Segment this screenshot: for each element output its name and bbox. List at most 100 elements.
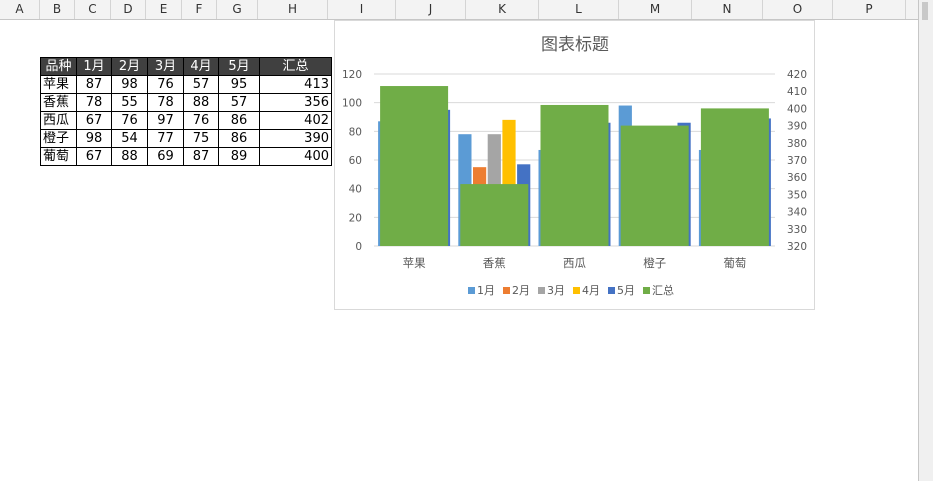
y-axis-tick-label: 80 (349, 126, 362, 138)
secondary-y-axis-tick-label: 390 (787, 121, 807, 133)
table-cell[interactable]: 78 (76, 93, 112, 112)
column-header-O[interactable]: O (763, 0, 833, 19)
table-cell[interactable]: 402 (259, 111, 332, 130)
bar-汇总-香蕉[interactable] (460, 184, 529, 246)
table-header-row: 品种 1月 2月 3月 4月 5月 汇总 (40, 57, 332, 76)
legend-swatch (538, 287, 545, 294)
table-header-cell[interactable]: 品种 (40, 57, 77, 76)
table-body: 苹果 87 98 76 57 95 413 香蕉 78 55 78 88 57 356 西瓜 67 76 97 76… (40, 75, 332, 166)
table-cell[interactable]: 76 (147, 75, 184, 94)
secondary-y-axis-tick-label: 340 (787, 207, 807, 219)
column-header-N[interactable]: N (692, 0, 763, 19)
table-header-cell[interactable]: 4月 (183, 57, 219, 76)
legend-label[interactable]: 2月 (512, 284, 530, 297)
table-cell[interactable]: 390 (259, 129, 332, 148)
column-header-D[interactable]: D (111, 0, 146, 19)
legend-label[interactable]: 汇总 (652, 283, 674, 297)
table-cell[interactable]: 95 (218, 75, 260, 94)
table-cell[interactable]: 356 (259, 93, 332, 112)
table-cell[interactable]: 78 (147, 93, 184, 112)
legend-label[interactable]: 5月 (617, 284, 635, 297)
table-cell[interactable]: 98 (111, 75, 148, 94)
legend-label[interactable]: 3月 (547, 284, 565, 297)
table-cell[interactable]: 葡萄 (40, 147, 77, 166)
secondary-y-axis-tick-label: 320 (787, 241, 807, 253)
table-header-cell[interactable]: 汇总 (259, 57, 332, 76)
category-label: 西瓜 (563, 256, 586, 270)
table-cell[interactable]: 香蕉 (40, 93, 77, 112)
category-label: 葡萄 (723, 256, 746, 270)
secondary-y-axis-tick-label: 420 (787, 69, 807, 81)
column-header-H[interactable]: H (258, 0, 328, 19)
table-cell[interactable]: 87 (183, 147, 219, 166)
legend-swatch (573, 287, 580, 294)
legend-label[interactable]: 1月 (477, 284, 495, 297)
column-header-J[interactable]: J (396, 0, 466, 19)
table-cell[interactable]: 86 (218, 111, 260, 130)
column-header-M[interactable]: M (619, 0, 692, 19)
table-cell[interactable]: 55 (111, 93, 148, 112)
chart-title[interactable]: 图表标题 (541, 35, 609, 55)
table-cell[interactable]: 400 (259, 147, 332, 166)
secondary-y-axis-tick-label: 410 (787, 86, 807, 98)
table-cell[interactable]: 413 (259, 75, 332, 94)
vertical-scrollbar[interactable] (918, 0, 933, 481)
bar-汇总-苹果[interactable] (380, 86, 449, 246)
table-header-cell[interactable]: 3月 (147, 57, 184, 76)
secondary-axis-labels: 320 330 340 350 360 370 380 390 400 410 420 (787, 69, 807, 253)
data-table: 品种 1月 2月 3月 4月 5月 汇总 苹果 87 98 76 57 95 413 香蕉 78 55 78 88… (40, 57, 332, 166)
column-header-F[interactable]: F (182, 0, 217, 19)
column-header-bar: ABCDEFGHIJKLMNOP (0, 0, 918, 20)
scrollbar-thumb[interactable] (922, 2, 928, 20)
column-header-C[interactable]: C (75, 0, 111, 19)
chart-area[interactable]: 图表标题 0 20 40 60 80 100 120 320 330 340 350 360 370 3… (334, 20, 815, 310)
legend[interactable]: 1月 2月 3月 4月 5月 汇总 (468, 283, 674, 297)
column-header-E[interactable]: E (146, 0, 182, 19)
y-axis-tick-label: 40 (349, 184, 362, 196)
table-cell[interactable]: 57 (218, 93, 260, 112)
table-cell[interactable]: 76 (183, 111, 219, 130)
table-header-cell[interactable]: 1月 (76, 57, 112, 76)
table-cell[interactable]: 苹果 (40, 75, 77, 94)
bar-汇总-橙子[interactable] (620, 125, 689, 246)
table-cell[interactable]: 54 (111, 129, 148, 148)
table-cell[interactable]: 67 (76, 111, 112, 130)
table-cell[interactable]: 77 (147, 129, 184, 148)
table-cell[interactable]: 75 (183, 129, 219, 148)
table-cell[interactable]: 57 (183, 75, 219, 94)
category-label: 苹果 (403, 256, 426, 270)
legend-swatch (608, 287, 615, 294)
column-header-A[interactable]: A (0, 0, 40, 19)
secondary-y-axis-tick-label: 370 (787, 155, 807, 167)
y-axis-tick-label: 0 (355, 241, 362, 253)
table-cell[interactable]: 88 (111, 147, 148, 166)
table-header-cell[interactable]: 5月 (218, 57, 260, 76)
secondary-y-axis-tick-label: 400 (787, 103, 807, 115)
table-cell[interactable]: 69 (147, 147, 184, 166)
table-cell[interactable]: 76 (111, 111, 148, 130)
column-header-L[interactable]: L (539, 0, 619, 19)
table-cell[interactable]: 西瓜 (40, 111, 77, 130)
column-header-G[interactable]: G (217, 0, 258, 19)
table-cell[interactable]: 87 (76, 75, 112, 94)
column-header-B[interactable]: B (40, 0, 75, 19)
table-cell[interactable]: 98 (76, 129, 112, 148)
column-header-I[interactable]: I (328, 0, 396, 19)
table-row: 香蕉 78 55 78 88 57 356 (40, 93, 332, 112)
table-row: 西瓜 67 76 97 76 86 402 (40, 111, 332, 130)
table-cell[interactable]: 89 (218, 147, 260, 166)
legend-label[interactable]: 4月 (582, 284, 600, 297)
column-header-K[interactable]: K (466, 0, 539, 19)
table-cell[interactable]: 橙子 (40, 129, 77, 148)
table-cell[interactable]: 88 (183, 93, 219, 112)
table-cell[interactable]: 97 (147, 111, 184, 130)
bar-汇总-西瓜[interactable] (540, 104, 609, 247)
column-header-P[interactable]: P (833, 0, 906, 19)
bars (378, 86, 771, 247)
category-label: 橙子 (643, 256, 666, 270)
secondary-y-axis-tick-label: 350 (787, 189, 807, 201)
table-cell[interactable]: 67 (76, 147, 112, 166)
table-cell[interactable]: 86 (218, 129, 260, 148)
bar-汇总-葡萄[interactable] (700, 108, 769, 247)
table-header-cell[interactable]: 2月 (111, 57, 148, 76)
